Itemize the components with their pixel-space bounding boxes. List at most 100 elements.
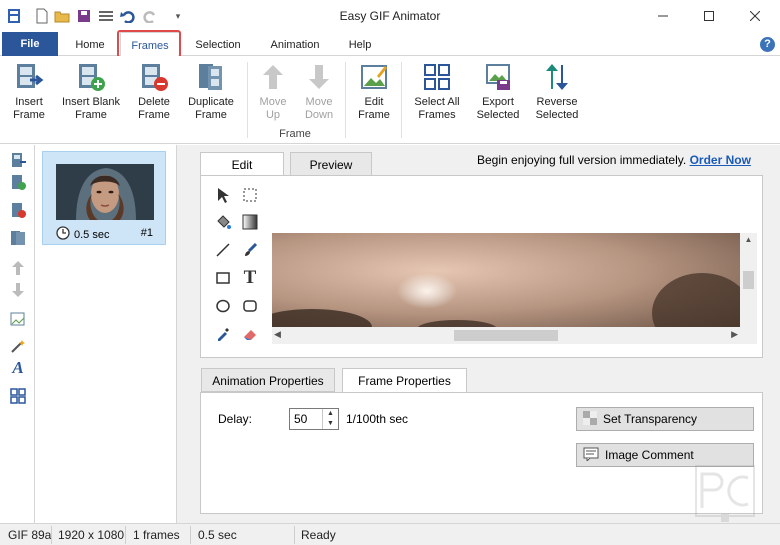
reverse-icon <box>541 60 573 94</box>
line-icon[interactable] <box>214 241 232 259</box>
edit-frame-icon[interactable] <box>9 309 27 327</box>
help-icon[interactable]: ? <box>760 37 775 52</box>
scroll-corner <box>740 327 757 344</box>
frame-canvas[interactable] <box>272 233 740 327</box>
export-selected-button[interactable]: Export Selected <box>470 60 526 128</box>
delay-spinner[interactable]: ▲ ▼ <box>322 409 338 429</box>
status-dimensions: 1920 x 1080 <box>58 528 125 542</box>
select-all-icon <box>421 60 453 94</box>
move-down-button[interactable]: Move Down <box>298 60 340 128</box>
eyedropper-icon[interactable] <box>214 325 232 343</box>
delete-frame-icon[interactable] <box>9 201 27 219</box>
grid-icon[interactable] <box>9 387 27 405</box>
magic-wand-icon[interactable] <box>9 337 27 355</box>
edit-frame-button[interactable]: Edit Frame <box>351 60 397 128</box>
rounded-rect-icon[interactable] <box>241 297 259 315</box>
frame-number: #1 <box>140 227 153 239</box>
frame-thumbnail-image <box>56 164 154 220</box>
delete-frame-button[interactable]: Delete Frame <box>132 60 176 128</box>
text-icon[interactable]: A <box>9 358 27 377</box>
scroll-right-icon[interactable]: ▶ <box>731 329 738 340</box>
rect-select-icon[interactable] <box>241 186 259 204</box>
export-icon <box>482 60 514 94</box>
edit-frame-label: Edit Frame <box>358 96 390 121</box>
horizontal-scrollbar[interactable]: ◀ ▶ <box>272 327 740 344</box>
edit-frame-icon <box>358 60 390 94</box>
arrow-up-icon[interactable] <box>9 259 27 277</box>
status-duration: 0.5 sec <box>198 528 237 542</box>
scroll-up-icon[interactable]: ▲ <box>740 235 757 244</box>
frame-delay-text: 0.5 sec <box>74 228 110 241</box>
delete-frame-label: Delete Frame <box>138 96 170 121</box>
tab-preview[interactable]: Preview <box>290 152 372 176</box>
pointer-icon[interactable] <box>214 186 232 204</box>
promo-text: Begin enjoying full version immediately. <box>477 153 687 167</box>
maximize-button[interactable] <box>686 0 732 32</box>
move-up-button[interactable]: Move Up <box>252 60 294 128</box>
set-transparency-label: Set Transparency <box>603 412 698 426</box>
status-separator <box>294 526 295 544</box>
ribbon-separator <box>247 62 248 138</box>
watermark-logo <box>690 458 760 524</box>
frame-thumbnail[interactable]: 0.5 sec #1 <box>42 151 166 245</box>
insert-blank-frame-label: Insert Blank Frame <box>61 96 121 121</box>
set-transparency-button[interactable]: Set Transparency <box>576 407 754 431</box>
move-up-label: Move Up <box>259 96 287 121</box>
close-button[interactable] <box>732 0 778 32</box>
move-down-label: Move Down <box>304 96 334 121</box>
tab-home[interactable]: Home <box>64 32 116 56</box>
ribbon-group-label: Frame <box>279 128 311 140</box>
delay-unit: 1/100th sec <box>346 412 409 426</box>
frame-delay: 0.5 sec <box>56 226 109 243</box>
rectangle-icon[interactable] <box>214 269 232 287</box>
gradient-icon[interactable] <box>241 213 259 231</box>
title-bar: ▾ Easy GIF Animator <box>0 0 780 32</box>
vertical-scroll-thumb[interactable] <box>743 271 754 289</box>
brush-icon[interactable] <box>241 241 259 259</box>
spin-up-icon[interactable]: ▲ <box>323 409 338 419</box>
duplicate-frame-button[interactable]: Duplicate Frame <box>182 60 240 128</box>
arrow-down-icon[interactable] <box>9 281 27 299</box>
reverse-selected-button[interactable]: Reverse Selected <box>530 60 584 128</box>
frame-list-panel: 0.5 sec #1 <box>35 145 177 523</box>
tab-animation[interactable]: Animation <box>260 32 330 56</box>
ribbon-separator <box>345 62 346 138</box>
ribbon-frames: Insert Frame Insert Blank Frame Delete F… <box>0 56 780 194</box>
status-state: Ready <box>301 528 336 542</box>
tab-frame-properties[interactable]: Frame Properties <box>342 368 467 393</box>
insert-frame-label: Insert Frame <box>13 96 45 121</box>
tab-help[interactable]: Help <box>340 32 380 56</box>
tab-edit[interactable]: Edit <box>200 152 284 177</box>
ribbon-separator <box>401 62 402 138</box>
export-selected-label: Export Selected <box>476 96 520 121</box>
comment-icon <box>583 447 599 464</box>
insert-frame-button[interactable]: Insert Frame <box>6 60 52 128</box>
insert-blank-frame-button[interactable]: Insert Blank Frame <box>56 60 126 128</box>
insert-frame-icon[interactable] <box>9 151 27 169</box>
status-format: GIF 89a <box>8 528 52 542</box>
status-bar: GIF 89a 1920 x 1080 1 frames 0.5 sec Rea… <box>0 523 780 545</box>
text-tool-icon[interactable]: T <box>241 267 259 288</box>
vertical-scrollbar[interactable]: ▲ <box>740 233 757 327</box>
insert-blank-frame-icon[interactable] <box>9 173 27 191</box>
minimize-button[interactable] <box>640 0 686 32</box>
frames-tab-highlight <box>117 30 181 58</box>
arrow-up-icon <box>257 60 289 94</box>
eraser-icon[interactable] <box>241 325 259 343</box>
select-all-frames-button[interactable]: Select All Frames <box>408 60 466 128</box>
tab-animation-properties[interactable]: Animation Properties <box>201 368 335 392</box>
status-separator <box>51 526 52 544</box>
fill-bucket-icon[interactable] <box>214 213 232 231</box>
order-now-link[interactable]: Order Now <box>690 153 751 167</box>
ellipse-icon[interactable] <box>214 297 232 315</box>
horizontal-scroll-thumb[interactable] <box>454 330 558 341</box>
insert-blank-frame-icon <box>75 60 107 94</box>
select-all-frames-label: Select All Frames <box>414 96 460 121</box>
left-toolbar: A <box>0 145 35 523</box>
scroll-left-icon[interactable]: ◀ <box>274 329 281 340</box>
status-separator <box>190 526 191 544</box>
tab-selection[interactable]: Selection <box>188 32 248 56</box>
spin-down-icon[interactable]: ▼ <box>323 419 338 429</box>
duplicate-frame-icon[interactable] <box>9 229 27 247</box>
tab-file[interactable]: File <box>2 32 58 56</box>
